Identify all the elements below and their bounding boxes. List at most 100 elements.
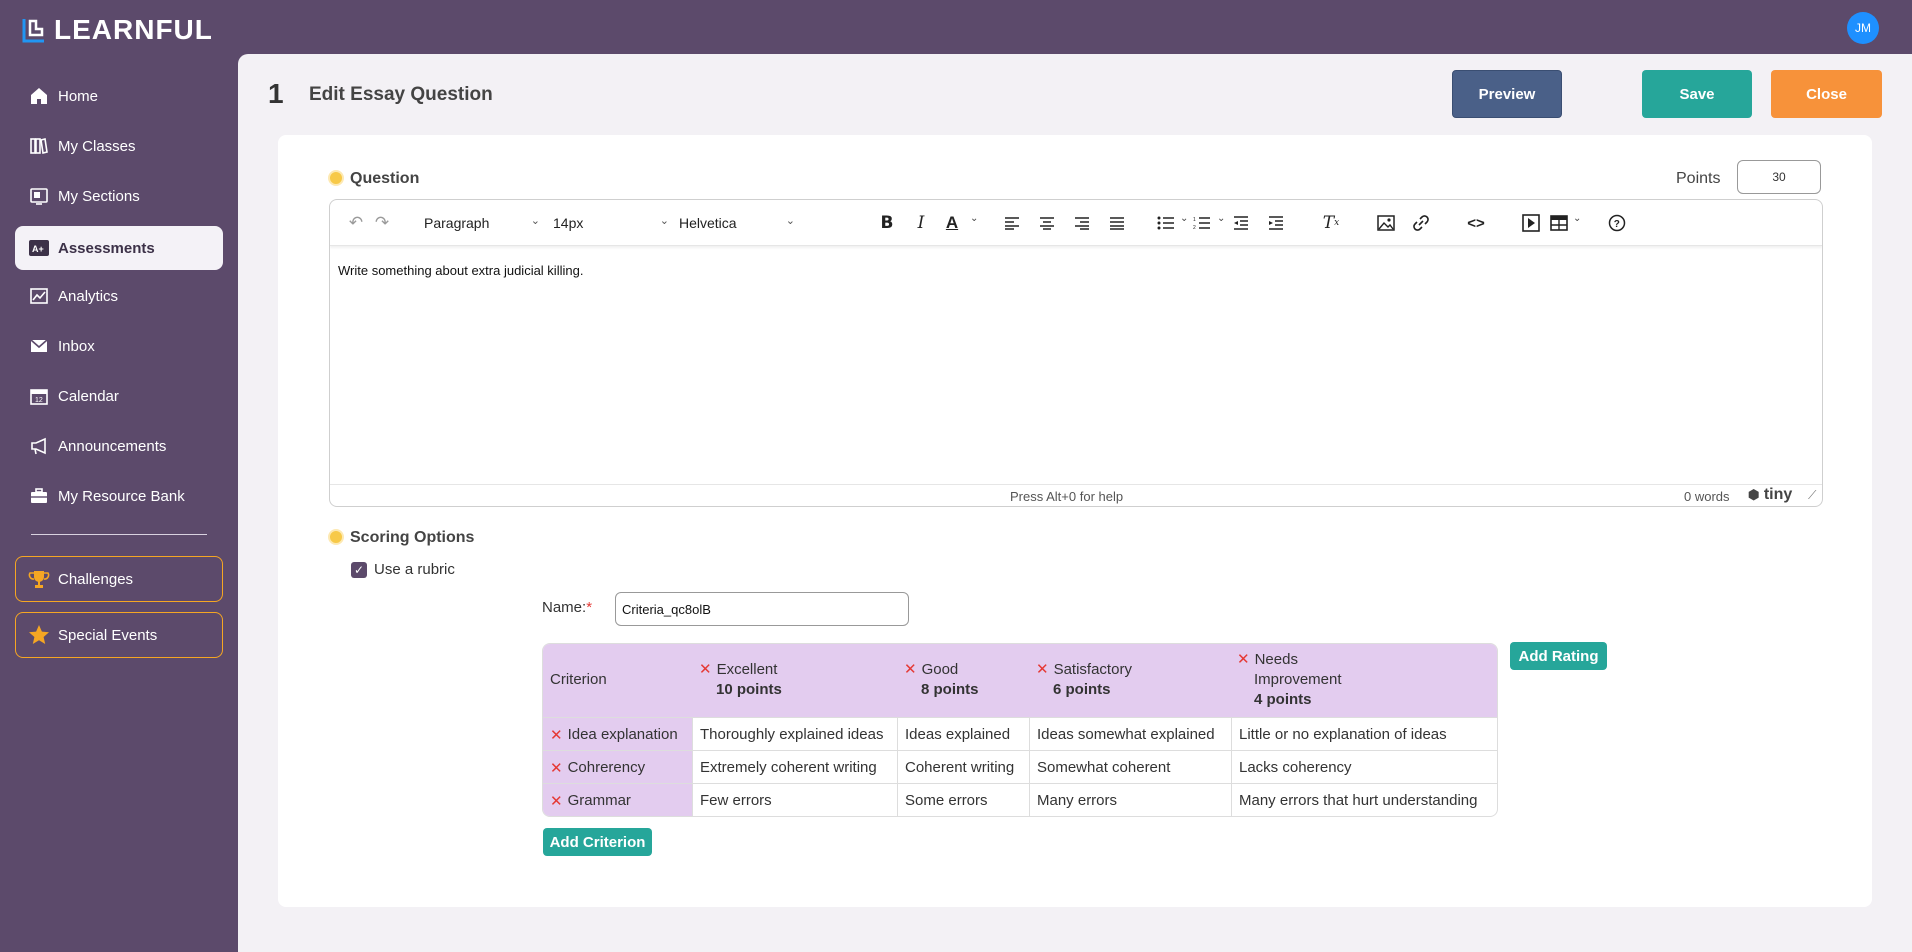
align-right-icon[interactable] [1071,212,1093,234]
sidebar-divider [31,534,207,535]
italic-icon[interactable]: I [910,212,932,234]
remove-rating-icon[interactable]: ✕ [904,661,917,678]
chart-icon [29,286,49,306]
rating-points: 4 points [1254,691,1312,708]
rubric-cell[interactable]: Many errors that hurt understanding [1231,784,1497,816]
close-button[interactable]: Close [1771,70,1882,118]
link-icon[interactable] [1410,212,1432,234]
chevron-down-icon[interactable]: ⌄ [970,213,978,224]
tiny-logo-icon: ⬢ [1748,487,1760,502]
undo-icon[interactable]: ↶ [345,212,367,234]
avatar[interactable]: JM [1847,12,1879,44]
text-color-icon[interactable]: A [941,212,963,234]
sidebar-item-label: Home [58,87,99,105]
chevron-down-icon[interactable]: ⌄ [1217,213,1225,224]
remove-criterion-icon[interactable]: ✕ [550,759,563,777]
remove-rating-icon[interactable]: ✕ [1237,651,1250,668]
top-bar: LEARNFUL JM [0,0,1912,54]
align-justify-icon[interactable] [1106,212,1128,234]
app-logo[interactable]: LEARNFUL [22,14,213,46]
tiny-logo[interactable]: ⬢ tiny [1748,486,1792,504]
rubric-cell[interactable]: Ideas explained [897,718,1029,751]
rubric-name-label: Name:* [542,599,592,616]
align-left-icon[interactable] [1001,212,1023,234]
page-title: Edit Essay Question [309,84,493,105]
criterion-name[interactable]: Cohrerency [568,759,646,776]
criterion-name[interactable]: Idea explanation [568,726,678,743]
sidebar-item-inbox[interactable]: Inbox [15,324,223,368]
rubric-cell[interactable]: Thoroughly explained ideas [692,718,897,751]
font-size-select[interactable]: 14px ⌄ [545,210,675,236]
editor-content[interactable]: Write something about extra judicial kil… [338,263,583,278]
criterion-cell: ✕ Grammar [543,784,692,816]
clear-formatting-icon[interactable]: Tx [1320,212,1342,234]
sidebar-item-label: My Sections [58,187,140,205]
remove-criterion-icon[interactable]: ✕ [550,726,563,744]
bullet-list-icon[interactable] [1155,212,1177,234]
rubric-name-label-text: Name: [542,599,587,616]
resize-handle-icon[interactable]: ⟋ [1808,488,1816,503]
numbered-list-icon[interactable]: 12 [1191,212,1213,234]
rating-header: ✕ Good 8 points [904,660,979,700]
section-indicator-icon [328,170,344,186]
chevron-down-icon[interactable]: ⌄ [1573,213,1581,224]
points-input[interactable]: 30 [1737,160,1821,194]
sidebar-item-analytics[interactable]: Analytics [15,274,223,318]
code-icon[interactable]: <> [1465,212,1487,234]
rubric-cell[interactable]: Ideas somewhat explained [1029,718,1231,751]
editor-toolbar: ↶ ↷ Paragraph ⌄ 14px ⌄ Helvetica ⌄ B I A… [330,200,1822,246]
outdent-icon[interactable] [1230,212,1252,234]
sidebar-item-my-sections[interactable]: My Sections [15,174,223,218]
use-rubric-checkbox[interactable]: ✓ [351,562,367,578]
sidebar-item-assessments[interactable]: A+ Assessments [15,226,223,270]
preview-button[interactable]: Preview [1452,70,1562,118]
chevron-down-icon[interactable]: ⌄ [1180,213,1188,224]
sidebar-item-my-resource-bank[interactable]: My Resource Bank [15,474,223,518]
indent-icon[interactable] [1265,212,1287,234]
align-center-icon[interactable] [1036,212,1058,234]
megaphone-icon [29,436,49,456]
rubric-cell[interactable]: Lacks coherency [1231,751,1497,784]
rubric-cell[interactable]: Somewhat coherent [1029,751,1231,784]
media-icon[interactable] [1520,212,1542,234]
block-format-select[interactable]: Paragraph ⌄ [416,210,546,236]
add-criterion-button[interactable]: Add Criterion [543,828,652,856]
rubric-cell[interactable]: Little or no explanation of ideas [1231,718,1497,751]
rubric-name-input[interactable]: Criteria_qc8olB [615,592,909,626]
save-button[interactable]: Save [1642,70,1752,118]
rubric-cell[interactable]: Some errors [897,784,1029,816]
home-icon [29,86,49,106]
sidebar-item-label: Assessments [58,239,155,257]
rubric-cell[interactable]: Extremely coherent writing [692,751,897,784]
sidebar-item-special-events[interactable]: Special Events [15,612,223,658]
remove-rating-icon[interactable]: ✕ [1036,661,1049,678]
sidebar-item-announcements[interactable]: Announcements [15,424,223,468]
sidebar-item-calendar[interactable]: 12 Calendar [15,374,223,418]
sidebar-item-home[interactable]: Home [15,74,223,118]
question-number: 1 [268,78,284,109]
font-family-value: Helvetica [679,215,737,231]
word-count[interactable]: 0 words [1684,489,1730,504]
required-marker: * [586,599,593,616]
bold-icon[interactable]: B [876,212,898,234]
rubric-cell[interactable]: Coherent writing [897,751,1029,784]
redo-icon[interactable]: ↷ [371,212,393,234]
table-icon[interactable] [1548,212,1570,234]
sidebar-item-challenges[interactable]: Challenges [15,556,223,602]
criterion-name[interactable]: Grammar [568,792,631,809]
image-icon[interactable] [1375,212,1397,234]
rubric-cell[interactable]: Many errors [1029,784,1231,816]
rating-header: ✕ Satisfactory 6 points [1036,660,1132,700]
remove-criterion-icon[interactable]: ✕ [550,792,563,810]
help-icon[interactable]: ? [1606,212,1628,234]
rubric-cell[interactable]: Few errors [692,784,897,816]
sidebar-item-my-classes[interactable]: My Classes [15,124,223,168]
criterion-header: Criterion [550,671,607,688]
add-rating-button[interactable]: Add Rating [1510,642,1607,670]
remove-rating-icon[interactable]: ✕ [699,661,712,678]
sidebar-item-label: My Resource Bank [58,487,185,505]
font-family-select[interactable]: Helvetica ⌄ [671,210,801,236]
sidebar-item-label: Analytics [58,287,119,305]
tiny-brand: tiny [1763,486,1793,503]
chevron-down-icon: ⌄ [785,215,795,227]
